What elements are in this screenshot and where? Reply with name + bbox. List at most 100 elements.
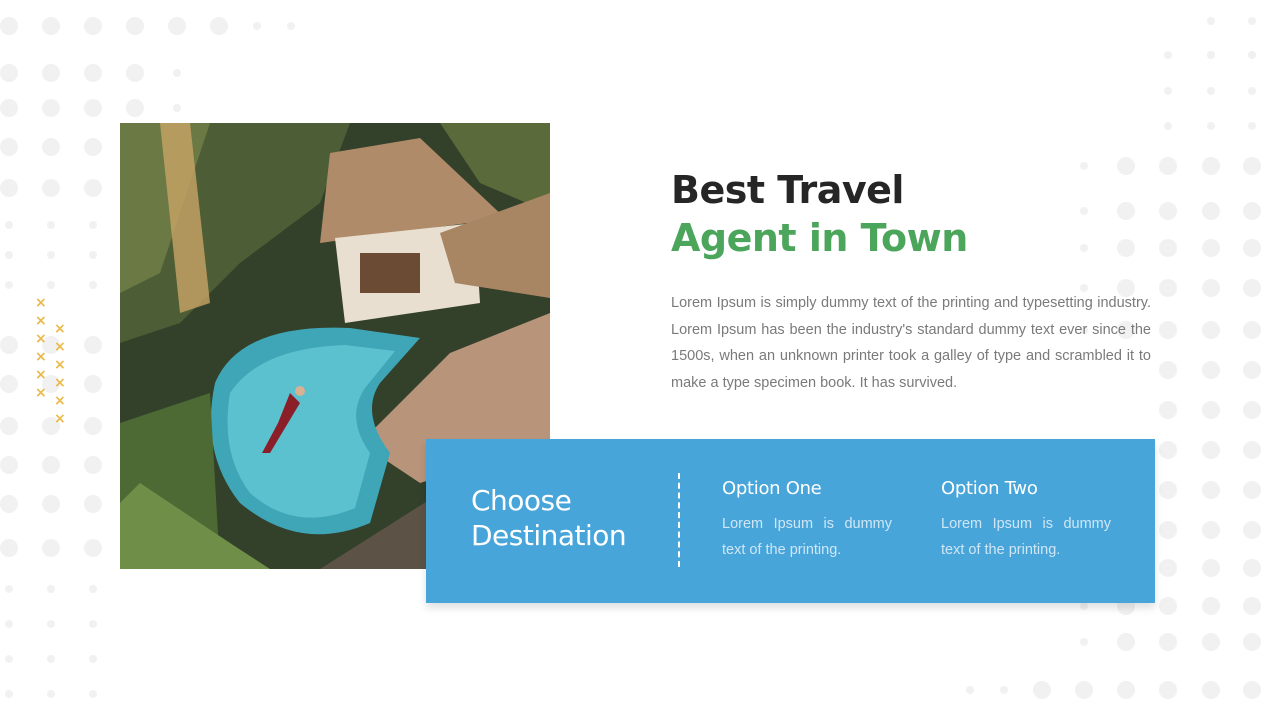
background-dot (84, 456, 102, 474)
background-dot (1202, 401, 1220, 419)
background-dot (1159, 279, 1177, 297)
background-dot (1202, 441, 1220, 459)
background-dot (1248, 122, 1256, 130)
background-dot (84, 138, 102, 156)
background-dot (42, 17, 60, 35)
background-dot (1117, 633, 1135, 651)
background-dot (1164, 51, 1172, 59)
background-dot (47, 620, 55, 628)
background-dot (1243, 279, 1261, 297)
background-dot (1117, 681, 1135, 699)
background-dot (1164, 87, 1172, 95)
background-dot (0, 138, 18, 156)
background-dot (47, 655, 55, 663)
background-dot (42, 456, 60, 474)
background-dot (1080, 244, 1088, 252)
background-dot (1159, 681, 1177, 699)
background-dot (0, 17, 18, 35)
background-dot (0, 336, 18, 354)
background-dot (126, 64, 144, 82)
background-dot (5, 690, 13, 698)
background-dot (173, 69, 181, 77)
background-dot (1159, 481, 1177, 499)
background-dot (1243, 157, 1261, 175)
background-dot (1159, 597, 1177, 615)
background-dot (1248, 87, 1256, 95)
background-dot (1117, 239, 1135, 257)
background-dot (42, 539, 60, 557)
background-dot (1243, 633, 1261, 651)
description-text: Lorem Ipsum is simply dummy text of the … (671, 295, 1151, 391)
background-dot (1202, 202, 1220, 220)
background-dot (84, 375, 102, 393)
cross-icon: × (54, 357, 66, 373)
background-dot (47, 251, 55, 259)
background-dot (1159, 239, 1177, 257)
dashed-divider (678, 473, 680, 567)
background-dot (1202, 279, 1220, 297)
background-dot (47, 281, 55, 289)
cross-icon: × (35, 385, 47, 401)
background-dot (84, 336, 102, 354)
background-dot (1207, 51, 1215, 59)
background-dot (84, 99, 102, 117)
cross-icon: × (54, 375, 66, 391)
background-dot (84, 179, 102, 197)
background-dot (1243, 559, 1261, 577)
background-dot (1202, 633, 1220, 651)
background-dot (42, 138, 60, 156)
background-dot (89, 281, 97, 289)
background-dot (1243, 401, 1261, 419)
background-dot (5, 585, 13, 593)
background-dot (1243, 481, 1261, 499)
title-line-2: Agent in Town (671, 216, 968, 260)
cross-icon: × (35, 295, 47, 311)
background-dot (1159, 559, 1177, 577)
background-dot (1202, 481, 1220, 499)
background-dot (1202, 157, 1220, 175)
background-dot (287, 22, 295, 30)
background-dot (1159, 202, 1177, 220)
option-description: Lorem Ipsum is dummy text of the printin… (941, 516, 1111, 558)
background-dot (0, 539, 18, 557)
page-title: Best Travel Agent in Town (671, 166, 968, 262)
option-one[interactable]: Option One Lorem Ipsum is dummy text of … (722, 477, 892, 563)
background-dot (42, 99, 60, 117)
background-dot (1243, 202, 1261, 220)
background-dot (84, 417, 102, 435)
cross-icon: × (54, 339, 66, 355)
background-dot (84, 17, 102, 35)
background-dot (1080, 638, 1088, 646)
background-dot (0, 495, 18, 513)
background-dot (5, 620, 13, 628)
background-dot (1243, 521, 1261, 539)
background-dot (0, 456, 18, 474)
background-dot (1080, 207, 1088, 215)
title-line-1: Best Travel (671, 168, 904, 212)
background-dot (0, 375, 18, 393)
background-dot (1243, 361, 1261, 379)
cross-icon: × (54, 321, 66, 337)
option-two[interactable]: Option Two Lorem Ipsum is dummy text of … (941, 477, 1111, 563)
background-dot (89, 655, 97, 663)
background-dot (126, 17, 144, 35)
cross-icon: × (35, 331, 47, 347)
background-dot (1207, 87, 1215, 95)
option-title: Option One (722, 478, 822, 499)
background-dot (1202, 239, 1220, 257)
background-dot (1159, 633, 1177, 651)
cross-icon: × (35, 349, 47, 365)
background-dot (47, 690, 55, 698)
background-dot (47, 585, 55, 593)
background-dot (89, 251, 97, 259)
background-dot (1243, 597, 1261, 615)
background-dot (966, 686, 974, 694)
background-dot (1080, 602, 1088, 610)
background-dot (253, 22, 261, 30)
background-dot (1117, 157, 1135, 175)
background-dot (47, 221, 55, 229)
option-description: Lorem Ipsum is dummy text of the printin… (722, 516, 892, 558)
background-dot (1202, 521, 1220, 539)
background-dot (1202, 597, 1220, 615)
background-dot (1243, 239, 1261, 257)
